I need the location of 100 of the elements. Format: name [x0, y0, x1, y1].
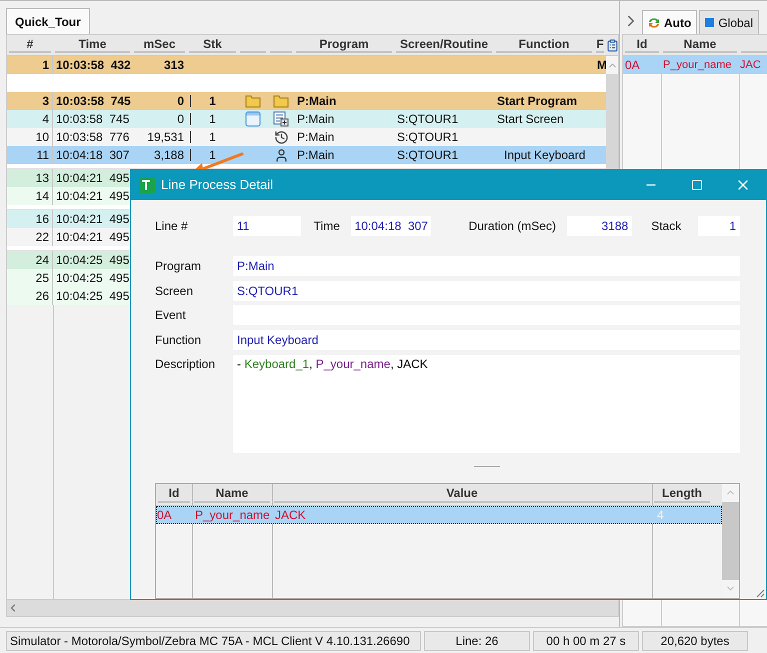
column-header[interactable]: Program [319, 35, 369, 53]
time-cell-text: 10:03:58 432 [56, 57, 131, 74]
function-cell-text: M [597, 57, 606, 74]
log-row[interactable]: 4 10:03:58 745 0 1 P:Main S:QTOUR1 Start Screen [7, 110, 606, 128]
time-cell-text: 10:04:21 495 [56, 170, 130, 187]
panel-tab[interactable]: Auto [642, 10, 698, 34]
app-icon [139, 177, 155, 193]
field-label: Screen [155, 282, 194, 300]
text-field[interactable]: S:QTOUR1 [233, 280, 740, 301]
msec-cell-text: 0 [177, 93, 184, 110]
column-header[interactable]: Name [216, 484, 248, 502]
id-cell-text: 0A [157, 506, 172, 524]
time-cell-text: 10:04:25 495 [56, 288, 130, 305]
status-cell: Line: 26 [424, 630, 530, 650]
time-cell-text: 10:03:58 745 [56, 93, 131, 110]
text-field[interactable]: P:Main [233, 256, 740, 276]
vertical-scrollbar[interactable] [722, 484, 739, 598]
msec-cell-text: 3,188 [154, 147, 184, 164]
row-number: 4 [42, 111, 49, 128]
list-window-icon [273, 111, 289, 127]
program-cell-text: P:Main [297, 129, 334, 146]
status-cell: 20,620 bytes [642, 630, 748, 650]
field-label: Line # [155, 218, 189, 235]
row-number: 26 [36, 288, 49, 305]
row-number: 11 [36, 147, 49, 164]
row-number: 24 [36, 252, 49, 269]
time-cell-text: 10:03:58 745 [56, 111, 130, 128]
field-label: Description [155, 356, 216, 373]
field-label: Time [314, 218, 341, 235]
column-header[interactable]: Stk [203, 35, 222, 53]
column-header[interactable]: Time [78, 35, 106, 53]
function-cell-text: Start Screen [497, 111, 564, 128]
column-header[interactable]: Name [684, 35, 716, 53]
field-label: Duration (mSec) [468, 218, 557, 235]
row-number: 1 [42, 57, 49, 74]
stack-cell-text: 1 [209, 93, 216, 110]
msec-cell-text: 313 [164, 57, 184, 74]
row-number: 22 [36, 229, 49, 246]
resize-grip-icon[interactable] [755, 588, 765, 598]
value-cell-text: JACK [275, 506, 306, 524]
field-label: Function [155, 332, 202, 350]
history-icon [274, 130, 288, 144]
row-number: 13 [36, 170, 49, 187]
text-field[interactable]: Input Keyboard [233, 330, 740, 350]
document-tab[interactable]: Quick_Tour [6, 8, 90, 34]
log-row[interactable]: 11 10:04:18 307 3,188 1 P:Main S:QTOUR1 Input Keyboard [7, 146, 606, 164]
column-header[interactable]: F [596, 35, 604, 53]
horizontal-scrollbar[interactable] [7, 599, 618, 616]
time-cell-text: 10:04:25 495 [56, 270, 130, 287]
name-cell-text: P_your_name [195, 506, 270, 524]
line-number-field[interactable]: 11 [232, 216, 301, 236]
time-cell-text: 10:04:21 495 [56, 229, 130, 246]
status-cell: Simulator - Motorola/Symbol/Zebra MC 75A - MCL Client V 4.10.131.26690 [6, 630, 421, 650]
panel-tab[interactable]: Global [699, 10, 760, 34]
maximize-icon[interactable] [691, 179, 703, 191]
column-header[interactable]: Length [662, 484, 702, 502]
field-label: Program [155, 258, 202, 275]
variable-row[interactable]: 0A P_your_name JAC [623, 56, 767, 74]
description-field[interactable]: - Keyboard_1, P_your_name, JACK [233, 354, 740, 453]
row-number: 14 [36, 188, 49, 205]
column-header[interactable]: Screen/Routine [400, 35, 488, 53]
column-chooser-icon[interactable] [606, 38, 619, 52]
name-cell-text: P_your_name [663, 58, 732, 73]
program-cell-text: P:Main [297, 147, 334, 164]
log-row[interactable]: 3 10:03:58 745 0 1 P:Main Start Program [7, 92, 606, 110]
time-cell-text: 10:03:58 776 [56, 129, 130, 146]
time-cell-text: 10:04:25 495 [56, 252, 130, 269]
stack-field[interactable]: 1 [698, 216, 740, 236]
person-icon [274, 148, 288, 162]
screen-cell-text: S:QTOUR1 [397, 147, 458, 164]
column-header[interactable]: Value [446, 484, 478, 502]
column-header[interactable]: Function [518, 35, 570, 53]
time-field[interactable]: 10:04:18 307 [350, 216, 431, 236]
status-cell: 00 h 00 m 27 s [533, 630, 639, 650]
row-number: 3 [42, 93, 49, 110]
row-number: 10 [36, 129, 49, 146]
screen-cell-text: S:QTOUR1 [397, 129, 458, 146]
column-header[interactable]: Id [168, 484, 180, 502]
program-cell-text: P:Main [297, 93, 336, 110]
folder-icon [273, 94, 289, 108]
stack-cell-text: 1 [209, 111, 216, 128]
function-cell-text: Input Keyboard [504, 147, 586, 164]
column-header[interactable]: mSec [143, 35, 176, 53]
length-cell-text: 4 [657, 506, 664, 524]
row-number: 25 [36, 270, 49, 287]
grid-row[interactable]: 0A P_your_name JACK 4 [156, 506, 722, 524]
stack-cell-text: 1 [209, 129, 216, 146]
time-cell-text: 10:04:21 495 [56, 211, 130, 228]
program-cell-text: P:Main [297, 111, 334, 128]
refresh-arrows-icon [648, 16, 660, 28]
dialog-title: Line Process Detail [161, 176, 273, 194]
column-header[interactable]: Id [636, 35, 648, 53]
duration-field[interactable]: 3188 [567, 216, 632, 236]
id-cell-text: 0A [625, 57, 640, 74]
time-cell-text: 10:04:21 495 [56, 188, 130, 205]
folder-icon [245, 94, 261, 108]
column-header[interactable]: # [26, 35, 34, 53]
log-row[interactable]: 1 10:03:58 432 313 M [7, 56, 606, 74]
time-cell-text: 10:04:18 307 [56, 147, 130, 164]
stack-cell-text: 1 [209, 147, 216, 164]
